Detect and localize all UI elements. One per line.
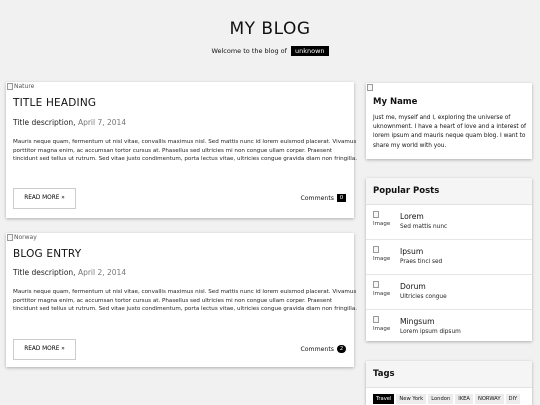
post-name: Mingsum bbox=[400, 317, 435, 326]
broken-image-icon bbox=[7, 234, 13, 241]
popular-post-item[interactable]: Image Lorem Sed mattis nunc bbox=[366, 205, 532, 240]
comments-count-badge: 2 bbox=[337, 345, 346, 353]
post-thumbnail-alt: Image bbox=[373, 291, 391, 297]
entry-description-text: Title description, bbox=[13, 268, 76, 277]
tag-travel[interactable]: Travel bbox=[373, 394, 395, 404]
broken-image-icon bbox=[373, 316, 379, 323]
post-thumbnail-alt: Image bbox=[373, 221, 391, 227]
entry-body: Mauris neque quam, fermentum ut nisl vit… bbox=[13, 139, 358, 163]
broken-image-icon bbox=[367, 84, 373, 91]
about-body: Just me, myself and I, exploring the uni… bbox=[373, 115, 527, 149]
blog-entry-card: Nature TITLE HEADING Title description, … bbox=[6, 82, 357, 218]
popular-post-item[interactable]: Image Mingsum Lorem ipsum dipsum bbox=[366, 310, 532, 345]
popular-posts-title: Popular Posts bbox=[373, 186, 440, 196]
entry-image: Nature bbox=[7, 83, 34, 90]
entry-description-text: Title description, bbox=[13, 118, 76, 127]
entry-description: Title description, April 7, 2014 bbox=[13, 118, 126, 127]
tags-title: Tags bbox=[373, 369, 395, 379]
tag-new-york[interactable]: New York bbox=[396, 394, 427, 404]
tag-norway[interactable]: NORWAY bbox=[474, 394, 504, 404]
post-thumbnail: Image bbox=[373, 211, 395, 228]
entry-image-alt: Norway bbox=[14, 234, 37, 241]
comments-link[interactable]: Comments 2 bbox=[300, 345, 346, 353]
broken-image-icon bbox=[373, 211, 379, 218]
entry-image-alt: Nature bbox=[14, 83, 35, 90]
tags-card: Tags Travel New York London IKEA NORWAY … bbox=[366, 361, 532, 405]
post-thumbnail-alt: Image bbox=[373, 256, 391, 262]
tag-list: Travel New York London IKEA NORWAY DIY bbox=[373, 394, 521, 404]
post-name: Ipsum bbox=[400, 247, 424, 256]
about-card: My Name Just me, myself and I, exploring… bbox=[366, 83, 532, 159]
post-thumbnail: Image bbox=[373, 281, 395, 298]
tag-london[interactable]: London bbox=[428, 394, 454, 404]
post-thumbnail: Image bbox=[373, 316, 395, 333]
tag-diy[interactable]: DIY bbox=[505, 394, 521, 404]
entry-body: Mauris neque quam, fermentum ut nisl vit… bbox=[13, 289, 358, 313]
about-image bbox=[367, 84, 373, 91]
post-thumbnail-alt: Image bbox=[373, 326, 391, 332]
post-name: Lorem bbox=[400, 212, 424, 221]
post-subtitle: Ultricies congue bbox=[400, 294, 447, 300]
popular-posts-card: Popular Posts Image Lorem Sed mattis nun… bbox=[366, 178, 532, 341]
entry-description: Title description, April 2, 2014 bbox=[13, 268, 126, 277]
welcome-line: Welcome to the blog of unknown bbox=[0, 46, 540, 56]
popular-posts-header: Popular Posts bbox=[366, 178, 532, 205]
post-subtitle: Lorem ipsum dipsum bbox=[400, 329, 461, 335]
entry-title: BLOG ENTRY bbox=[13, 248, 82, 260]
entry-date: April 7, 2014 bbox=[77, 118, 127, 127]
about-name: My Name bbox=[373, 97, 418, 107]
post-subtitle: Sed mattis nunc bbox=[400, 224, 448, 230]
popular-post-item[interactable]: Image Ipsum Praes tinci sed bbox=[366, 240, 532, 275]
entry-date: April 2, 2014 bbox=[77, 268, 127, 277]
comments-label: Comments bbox=[300, 345, 334, 353]
broken-image-icon bbox=[373, 281, 379, 288]
comments-link[interactable]: Comments 0 bbox=[300, 194, 346, 202]
page-title: MY BLOG bbox=[229, 19, 311, 39]
tags-header: Tags bbox=[366, 361, 532, 388]
post-subtitle: Praes tinci sed bbox=[400, 259, 443, 265]
blog-header: MY BLOG Welcome to the blog of unknown bbox=[0, 0, 540, 70]
read-more-button[interactable]: READ MORE » bbox=[13, 339, 76, 360]
comments-count-badge: 0 bbox=[337, 194, 346, 202]
post-name: Dorum bbox=[400, 282, 426, 291]
blog-entry-card: Norway BLOG ENTRY Title description, Apr… bbox=[6, 233, 357, 367]
read-more-button[interactable]: READ MORE » bbox=[13, 188, 76, 209]
tag-ikea[interactable]: IKEA bbox=[455, 394, 473, 404]
post-thumbnail: Image bbox=[373, 246, 395, 263]
entry-title: TITLE HEADING bbox=[13, 97, 97, 109]
welcome-text: Welcome to the blog of bbox=[211, 47, 287, 55]
popular-post-item[interactable]: Image Dorum Ultricies congue bbox=[366, 275, 532, 310]
broken-image-icon bbox=[7, 83, 13, 90]
entry-image: Norway bbox=[7, 234, 37, 241]
broken-image-icon bbox=[373, 246, 379, 253]
comments-label: Comments bbox=[300, 194, 334, 202]
welcome-tag: unknown bbox=[291, 46, 329, 56]
